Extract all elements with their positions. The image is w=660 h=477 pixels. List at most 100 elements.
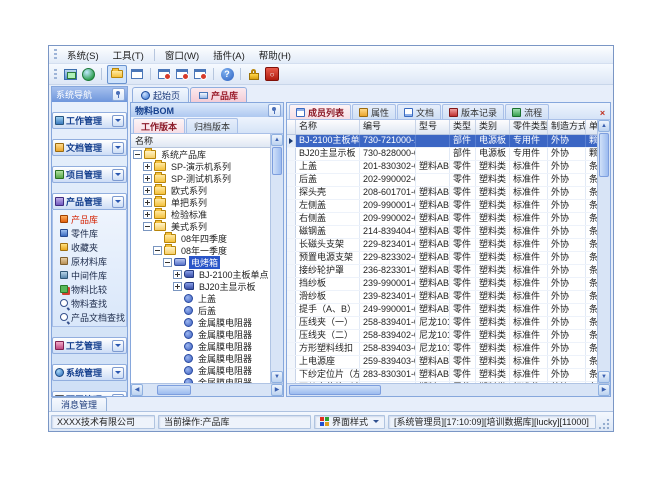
collapse-icon[interactable] [133, 150, 142, 159]
table-row[interactable]: 预置电源支架229-823302-00I塑料ABS零件塑料类标准件外协条 [287, 252, 597, 265]
message-manage-tab[interactable]: 消息管理 [51, 397, 107, 411]
detail-tab-流程[interactable]: 流程 [505, 104, 549, 119]
scroll-left-icon[interactable]: ◀ [131, 384, 143, 396]
chevron-down-icon[interactable] [112, 169, 124, 181]
column-header-编号[interactable]: 编号 [360, 120, 416, 134]
sidebar-item-产品文档查找[interactable]: 产品文档查找 [53, 310, 126, 324]
tree-node-金属膜电阻器[interactable]: 金属膜电阻器 [131, 364, 270, 376]
scroll-up-icon[interactable]: ▲ [598, 120, 610, 132]
tree-node-金属膜电阻器[interactable]: 金属膜电阻器 [131, 352, 270, 364]
bom-tab-工作版本[interactable]: 工作版本 [133, 118, 185, 133]
toolbar-drag-grip[interactable] [54, 69, 57, 80]
collapse-icon[interactable] [143, 222, 152, 231]
doc-tab-起始页[interactable]: 起始页 [132, 87, 189, 102]
sidebar-item-收藏夹[interactable]: 收藏夹 [53, 240, 126, 254]
tree-node-08年四季度[interactable]: 08年四季度 [131, 232, 270, 244]
library-folder-icon[interactable] [107, 65, 127, 84]
power-icon[interactable]: ○ [264, 66, 280, 82]
menu-drag-grip[interactable] [54, 49, 57, 60]
tree-node-08年一季度[interactable]: 08年一季度 [131, 244, 270, 256]
pin-icon[interactable] [112, 88, 125, 101]
sidebar-item-中间件库[interactable]: 中间件库 [53, 268, 126, 282]
collapse-icon[interactable] [153, 246, 162, 255]
column-header-类型[interactable]: 类型 [450, 120, 476, 134]
table-row[interactable]: 滑纱板239-823401-00I塑料ABS零件塑料类标准件外协条 [287, 291, 597, 304]
table-row[interactable]: 磁钢盖214-839404-01I塑料ABS零件塑料类标准件外协条 [287, 226, 597, 239]
tree-node-检验标准[interactable]: 检验标准 [131, 208, 270, 220]
sidebar-item-物料查找[interactable]: 物料查找 [53, 296, 126, 310]
close-icon[interactable]: × [597, 108, 608, 119]
sidebar-item-原材料库[interactable]: 原材料库 [53, 254, 126, 268]
globe-icon[interactable] [80, 66, 96, 82]
expand-icon[interactable] [173, 282, 182, 291]
table-row[interactable]: BJ-2100主板单点730-721000-12I部件电源板专用件外协颗 [287, 135, 597, 148]
menu-item-3[interactable]: 窗口(W) [158, 47, 206, 63]
scrollbar-thumb[interactable] [599, 133, 609, 177]
table-row[interactable]: 上盖201-830302-00I塑料ABS零件塑料类标准件外协条 [287, 161, 597, 174]
nav-group-button-工艺管理[interactable]: 工艺管理 [52, 337, 127, 354]
tree-node-金属膜电阻器[interactable]: 金属膜电阻器 [131, 340, 270, 352]
table-row[interactable]: 方形塑料线扣258-839403-00I尼龙1010零件塑料类标准件外协条 [287, 343, 597, 356]
tree-column-header[interactable]: 名称 [131, 134, 270, 148]
tree-node-金属膜电阻器[interactable]: 金属膜电阻器 [131, 328, 270, 340]
lock-icon[interactable] [246, 66, 262, 82]
tree-node-SP-演示机系列[interactable]: SP-演示机系列 [131, 160, 270, 172]
table-row[interactable]: BJ20主显示板730-828000-04I部件电源板专用件外协颗 [287, 148, 597, 161]
table-row[interactable]: 压线夹（一）258-839401-00I尼龙1010零件塑料类标准件外协条 [287, 317, 597, 330]
tree-node-美式系列[interactable]: 美式系列 [131, 220, 270, 232]
sidebar-item-产品库[interactable]: 产品库 [53, 212, 126, 226]
expand-icon[interactable] [143, 210, 152, 219]
nav-group-button-工作管理[interactable]: 工作管理 [52, 112, 127, 129]
collapse-icon[interactable] [163, 258, 172, 267]
resize-grip[interactable] [599, 419, 611, 431]
table-row[interactable]: 下纱定位片（左）283-830301-00I塑料ABS零件塑料类标准件外协条 [287, 369, 597, 382]
scroll-down-icon[interactable]: ▼ [271, 371, 283, 383]
chevron-down-icon[interactable] [112, 394, 124, 397]
scroll-right-icon[interactable]: ▶ [271, 384, 283, 396]
expand-icon[interactable] [173, 270, 182, 279]
tree-horizontal-scrollbar[interactable]: ◀ ▶ [131, 383, 283, 396]
table-row[interactable]: 后盖202-990002-01I零件塑料类标准件外协条 [287, 174, 597, 187]
menu-item-2[interactable]: 工具(T) [106, 47, 151, 63]
tree-node-BJ20主显示板[interactable]: BJ20主显示板 [131, 280, 270, 292]
table-row[interactable]: 挡纱板239-990001-01I塑料ABS零件塑料类标准件外协条 [287, 278, 597, 291]
column-header-名称[interactable]: 名称 [296, 120, 360, 134]
column-header-零件类型[interactable]: 零件类型 [510, 120, 548, 134]
tree-node-后盖[interactable]: 后盖 [131, 304, 270, 316]
nav-group-button-系统管理[interactable]: 系统管理 [52, 364, 127, 381]
expand-icon[interactable] [143, 162, 152, 171]
nav-group-button-产品管理[interactable]: 产品管理 [52, 193, 127, 210]
expand-icon[interactable] [143, 186, 152, 195]
table-horizontal-scrollbar[interactable]: ▶ [287, 383, 610, 396]
chevron-down-icon[interactable] [112, 142, 124, 154]
tree-node-欧式系列[interactable]: 欧式系列 [131, 184, 270, 196]
column-header-类别[interactable]: 类别 [476, 120, 510, 134]
tree-node-金属膜电阻器[interactable]: 金属膜电阻器 [131, 376, 270, 383]
window-list-icon[interactable] [129, 66, 145, 82]
table-row[interactable]: 上电源座259-839403-00I塑料ABS零件塑料类标准件外协条 [287, 356, 597, 369]
sidebar-item-零件库[interactable]: 零件库 [53, 226, 126, 240]
tree-node-单把系列[interactable]: 单把系列 [131, 196, 270, 208]
scrollbar-thumb[interactable] [272, 147, 282, 175]
nav-group-button-文档管理[interactable]: 文档管理 [52, 139, 127, 156]
doc-tab-产品库[interactable]: 产品库 [190, 87, 247, 102]
column-header-单位[interactable]: 单位 [586, 120, 597, 134]
bom-tab-归档版本[interactable]: 归档版本 [186, 118, 238, 133]
chevron-down-icon[interactable] [112, 367, 124, 379]
window-close-doc2-icon[interactable] [174, 66, 190, 82]
table-row[interactable]: 右侧盖209-990002-01I塑料ABS零件塑料类标准件外协条 [287, 213, 597, 226]
interface-style-button[interactable]: 界面样式 [314, 415, 385, 429]
column-header-制造方式[interactable]: 制造方式 [548, 120, 586, 134]
scrollbar-thumb[interactable] [157, 385, 191, 395]
table-vertical-scrollbar[interactable]: ▲ ▼ [597, 120, 610, 383]
help-icon[interactable]: ? [219, 66, 235, 82]
table-row[interactable]: 左侧盖209-990001-01I塑料ABS零件塑料类标准件外协条 [287, 200, 597, 213]
tree-node-BJ-2100主板单点[interactable]: BJ-2100主板单点 [131, 268, 270, 280]
window-close-doc3-icon[interactable] [192, 66, 208, 82]
chevron-down-icon[interactable] [112, 115, 124, 127]
tree-node-电烤箱[interactable]: 电烤箱 [131, 256, 270, 268]
table-row[interactable]: 探头壳208-601701-01I塑料ABS零件塑料类标准件外协条 [287, 187, 597, 200]
table-row[interactable]: 提手（A、B）249-990001-01I塑料ABS零件塑料类标准件外协条 [287, 304, 597, 317]
expand-icon[interactable] [143, 198, 152, 207]
detail-tab-属性[interactable]: 属性 [352, 104, 396, 119]
